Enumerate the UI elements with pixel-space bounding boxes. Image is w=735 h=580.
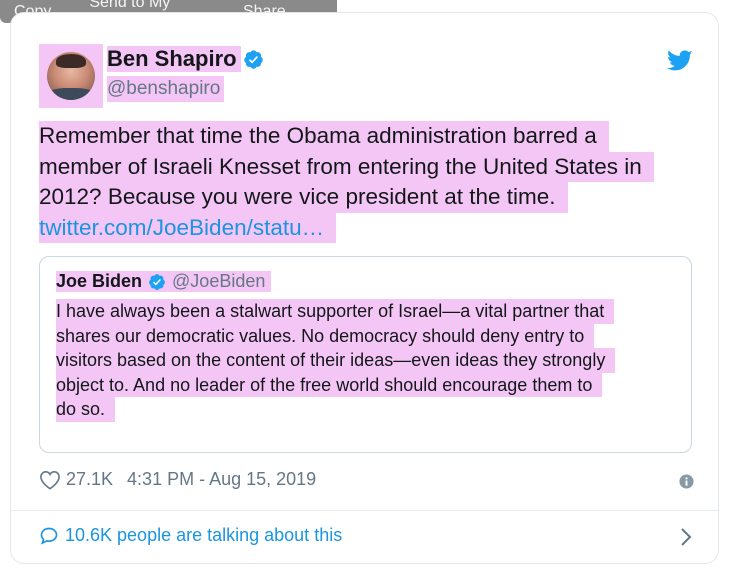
- conversation-count-text: 10.6K people are talking about this: [65, 525, 343, 545]
- heart-icon[interactable]: [39, 470, 61, 490]
- quoted-text-line: do so.: [56, 397, 116, 422]
- info-icon[interactable]: [679, 474, 694, 489]
- quoted-text-line: I have always been a stalwart supporter …: [56, 299, 615, 324]
- quoted-tweet[interactable]: Joe Biden @JoeBiden I have always been a…: [39, 256, 692, 453]
- author-name-row: Ben Shapiro: [107, 46, 264, 72]
- avatar[interactable]: [39, 44, 103, 108]
- quoted-tweet-header: Joe Biden @JoeBiden: [56, 271, 272, 292]
- tweet-text: Remember that time the Obama administrat…: [39, 121, 699, 243]
- verified-badge-icon: [243, 49, 263, 69]
- tweet-timestamp[interactable]: 4:31 PM - Aug 15, 2019: [127, 469, 316, 490]
- conversation-link[interactable]: 10.6K people are talking about this: [39, 525, 342, 546]
- tweet-meta-row: 27.1K 4:31 PM - Aug 15, 2019: [39, 469, 316, 490]
- tweet-link-wrap: twitter.com/JoeBiden/statu…: [39, 212, 337, 243]
- author-handle[interactable]: @benshapiro: [107, 76, 225, 102]
- chevron-right-icon[interactable]: [680, 527, 692, 547]
- twitter-bird-icon[interactable]: [667, 50, 693, 72]
- tweet-text-line: member of Israeli Knesset from entering …: [39, 151, 654, 182]
- tweet-text-line: 2012? Because you were vice president at…: [39, 182, 568, 213]
- embedded-tweet-card: Ben Shapiro @benshapiro Remember that ti…: [10, 12, 719, 564]
- tweet-text-line: Remember that time the Obama administrat…: [39, 121, 609, 152]
- author-display-name[interactable]: Ben Shapiro: [107, 46, 241, 72]
- quoted-text-line: object to. And no leader of the free wor…: [56, 372, 603, 397]
- like-count[interactable]: 27.1K: [66, 469, 113, 490]
- speech-bubble-icon: [40, 527, 58, 545]
- quoted-author-handle: @JoeBiden: [172, 271, 266, 291]
- quoted-text-line: shares our democratic values. No democra…: [56, 323, 595, 348]
- quoted-text-line: visitors based on the content of their i…: [56, 348, 616, 373]
- quoted-author-name: Joe Biden: [56, 271, 143, 291]
- quoted-tweet-text: I have always been a stalwart supporter …: [56, 299, 676, 422]
- quoted-tweet-link[interactable]: twitter.com/JoeBiden/statu…: [39, 215, 324, 240]
- divider: [11, 510, 718, 511]
- verified-badge-icon: [149, 273, 165, 290]
- avatar-image: [47, 52, 95, 100]
